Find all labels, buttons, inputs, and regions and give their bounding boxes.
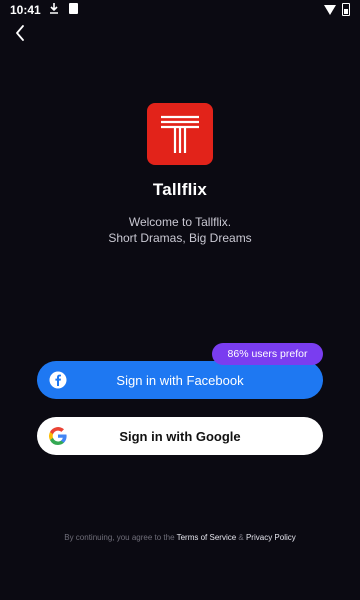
status-bar: 10:41 — [0, 0, 360, 20]
terms-of-service-link[interactable]: Terms of Service — [177, 533, 237, 542]
download-icon — [49, 2, 59, 18]
preference-badge: 86% users prefor — [212, 343, 323, 365]
app-logo — [147, 103, 213, 165]
back-button[interactable] — [9, 22, 31, 44]
privacy-policy-link[interactable]: Privacy Policy — [246, 533, 296, 542]
battery-icon — [342, 3, 350, 16]
google-signin-label: Sign in with Google — [119, 428, 241, 444]
google-icon — [49, 427, 67, 445]
welcome-line: Welcome to Tallflix. — [128, 215, 232, 229]
welcome-text: Welcome to Tallflix. Short Dramas, Big D… — [0, 214, 360, 246]
tagline-line: Short Dramas, Big Dreams — [108, 231, 252, 245]
google-signin-button[interactable]: Sign in with Google — [37, 417, 323, 455]
legal-amp: & — [236, 533, 246, 542]
back-arrow-icon — [16, 25, 24, 41]
facebook-signin-button[interactable]: Sign in with Facebook — [37, 361, 323, 399]
wifi-icon — [324, 4, 336, 15]
facebook-signin-label: Sign in with Facebook — [116, 372, 244, 388]
facebook-icon — [49, 371, 67, 389]
app-name: Tallflix — [152, 180, 208, 199]
status-indicators — [324, 3, 350, 16]
legal-prefix: By continuing, you agree to the — [64, 533, 177, 542]
status-time: 10:41 — [10, 3, 41, 17]
legal-notice: By continuing, you agree to the Terms of… — [0, 533, 360, 542]
notification-icon — [69, 3, 78, 14]
